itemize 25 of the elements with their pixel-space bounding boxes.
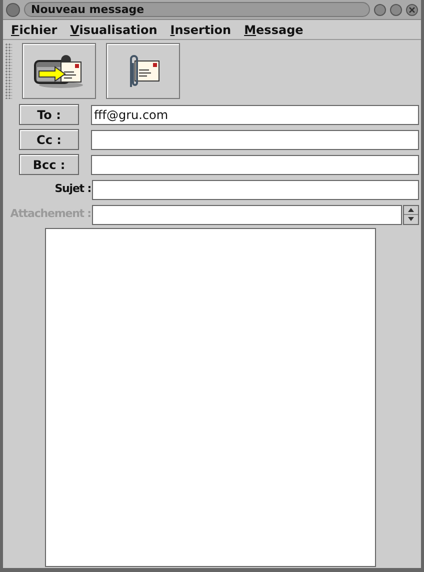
menu-item[interactable]: Visualisation	[70, 20, 158, 38]
recipient-button[interactable]: Cc :	[19, 129, 79, 150]
toolbar-grip[interactable]	[5, 43, 12, 99]
toolbar-button[interactable]	[22, 43, 96, 99]
menu-item[interactable]: Message	[244, 20, 304, 38]
maximize-icon[interactable]	[390, 4, 402, 16]
mailbox-envelope-icon	[33, 53, 85, 89]
window-title: Nouveau message	[24, 2, 370, 17]
text-field[interactable]	[92, 180, 419, 200]
menu-item[interactable]: Fichier	[11, 20, 58, 38]
spinner[interactable]	[403, 204, 419, 224]
field-label: Sujet :	[54, 181, 92, 198]
toolbar-button[interactable]	[106, 43, 180, 99]
minimize-icon[interactable]	[374, 4, 386, 16]
text-field[interactable]	[91, 130, 419, 150]
text-field[interactable]	[91, 154, 419, 174]
spin-up-icon[interactable]	[408, 208, 414, 212]
menu-item[interactable]: Insertion	[170, 20, 232, 38]
close-icon[interactable]	[406, 4, 418, 16]
window-menu-icon[interactable]	[6, 2, 20, 16]
recipient-button[interactable]: Bcc :	[19, 154, 79, 175]
text-field[interactable]	[92, 204, 402, 224]
spin-down-icon[interactable]	[408, 217, 414, 222]
text-field[interactable]: fff@gru.com	[91, 104, 419, 124]
recipient-button[interactable]: To :	[19, 104, 79, 125]
